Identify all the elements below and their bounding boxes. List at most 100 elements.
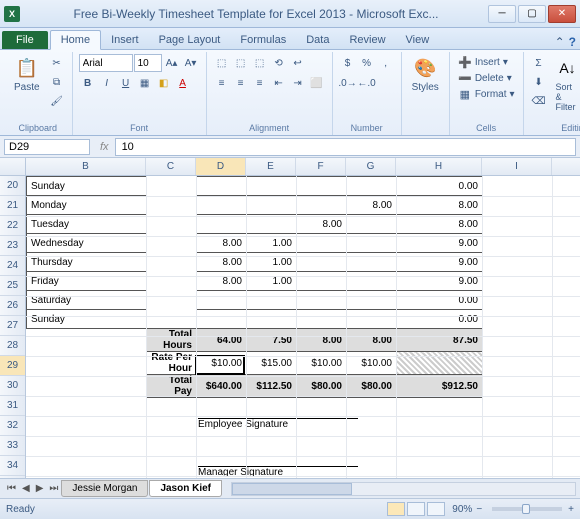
col-header-G[interactable]: G (346, 158, 396, 175)
col-header-C[interactable]: C (146, 158, 196, 175)
zoom-slider[interactable] (492, 507, 562, 511)
row-header-29[interactable]: 29 (0, 356, 25, 376)
underline-button[interactable]: U (117, 74, 135, 92)
cells-area[interactable]: Sunday0.00Monday8.008.00Tuesday8.008.00W… (26, 176, 580, 478)
orientation-button[interactable]: ⟲ (270, 54, 288, 72)
font-size-select[interactable] (134, 54, 162, 72)
number-group-label: Number (339, 121, 395, 133)
tab-nav-last[interactable]: ⏭ (46, 483, 61, 494)
horizontal-scrollbar[interactable] (231, 482, 576, 496)
formula-bar[interactable] (115, 138, 576, 156)
shrink-font-button[interactable]: A▾ (182, 54, 200, 72)
row-header-27[interactable]: 27 (0, 316, 25, 336)
col-header-I[interactable]: I (482, 158, 552, 175)
col-header-F[interactable]: F (296, 158, 346, 175)
tab-review[interactable]: Review (339, 31, 395, 49)
copy-button[interactable]: ⧉ (48, 73, 66, 91)
grow-font-button[interactable]: A▴ (163, 54, 181, 72)
file-tab[interactable]: File (2, 31, 48, 49)
wrap-text-button[interactable]: ↩ (289, 54, 307, 72)
col-header-H[interactable]: H (396, 158, 482, 175)
col-header-E[interactable]: E (246, 158, 296, 175)
tab-home[interactable]: Home (50, 30, 101, 50)
page-layout-view-button[interactable] (407, 502, 425, 516)
sheet-tab-2[interactable]: Jason Kief (149, 480, 222, 497)
maximize-button[interactable]: ▢ (518, 5, 546, 23)
tab-insert[interactable]: Insert (101, 31, 149, 49)
alignment-group-label: Alignment (213, 121, 326, 133)
font-color-button[interactable]: A (174, 74, 192, 92)
close-button[interactable]: ✕ (548, 5, 576, 23)
excel-icon: X (4, 6, 20, 22)
tab-nav-next[interactable]: ▶ (33, 483, 47, 494)
zoom-in-button[interactable]: + (568, 504, 574, 515)
comma-format-button[interactable]: , (377, 54, 395, 72)
align-right-button[interactable]: ≡ (251, 74, 269, 92)
page-break-view-button[interactable] (427, 502, 445, 516)
row-header-20[interactable]: 20 (0, 176, 25, 196)
merge-button[interactable]: ⬜ (308, 74, 326, 92)
row-header-34[interactable]: 34 (0, 456, 25, 476)
tab-nav-first[interactable]: ⏮ (4, 483, 19, 494)
format-painter-button[interactable]: 🖌 (48, 92, 66, 110)
cut-button[interactable]: ✂ (48, 54, 66, 72)
sheet-tab-1[interactable]: Jessie Morgan (61, 480, 148, 497)
minimize-button[interactable]: ─ (488, 5, 516, 23)
fill-button[interactable]: ⬇ (530, 73, 548, 91)
select-all-button[interactable] (0, 158, 26, 175)
status-ready: Ready (6, 504, 35, 515)
align-bottom-button[interactable]: ⬚ (251, 54, 269, 72)
row-header-25[interactable]: 25 (0, 276, 25, 296)
row-header-32[interactable]: 32 (0, 416, 25, 436)
italic-button[interactable]: I (98, 74, 116, 92)
zoom-out-button[interactable]: − (476, 504, 482, 515)
sort-filter-button[interactable]: A↓ Sort & Filter (552, 54, 580, 114)
tab-formulas[interactable]: Formulas (230, 31, 296, 49)
fill-color-button[interactable]: ◧ (155, 74, 173, 92)
fx-icon[interactable]: fx (94, 141, 115, 153)
row-header-35[interactable]: 35 (0, 476, 25, 478)
align-left-button[interactable]: ≡ (213, 74, 231, 92)
col-header-B[interactable]: B (26, 158, 146, 175)
clear-button[interactable]: ⌫ (530, 92, 548, 110)
insert-cells-button[interactable]: ➕Insert ▾ (456, 54, 510, 70)
increase-indent-button[interactable]: ⇥ (289, 74, 307, 92)
align-top-button[interactable]: ⬚ (213, 54, 231, 72)
tab-view[interactable]: View (396, 31, 440, 49)
autosum-button[interactable]: Σ (530, 54, 548, 72)
minimize-ribbon-icon[interactable]: ⌃ (555, 35, 565, 49)
tab-data[interactable]: Data (296, 31, 339, 49)
row-header-21[interactable]: 21 (0, 196, 25, 216)
row-header-28[interactable]: 28 (0, 336, 25, 356)
help-icon[interactable]: ? (569, 35, 576, 49)
row-header-30[interactable]: 30 (0, 376, 25, 396)
row-header-26[interactable]: 26 (0, 296, 25, 316)
paste-button[interactable]: 📋 Paste (10, 54, 44, 95)
col-header-D[interactable]: D (196, 158, 246, 175)
format-cells-button[interactable]: ▦Format ▾ (456, 86, 517, 102)
align-middle-button[interactable]: ⬚ (232, 54, 250, 72)
row-header-23[interactable]: 23 (0, 236, 25, 256)
clipboard-icon: 📋 (15, 56, 39, 80)
row-header-22[interactable]: 22 (0, 216, 25, 236)
percent-format-button[interactable]: % (358, 54, 376, 72)
tab-nav-prev[interactable]: ◀ (19, 483, 33, 494)
decrease-indent-button[interactable]: ⇤ (270, 74, 288, 92)
border-button[interactable]: ▦ (136, 74, 154, 92)
bold-button[interactable]: B (79, 74, 97, 92)
row-header-24[interactable]: 24 (0, 256, 25, 276)
styles-button[interactable]: 🎨 Styles (408, 54, 443, 95)
row-header-31[interactable]: 31 (0, 396, 25, 416)
name-box[interactable] (4, 139, 90, 155)
worksheet[interactable]: BCDEFGHI 2021222324252627282930313233343… (0, 158, 580, 478)
status-bar: Ready 90% − + (0, 498, 580, 519)
delete-cells-button[interactable]: ➖Delete ▾ (456, 70, 514, 86)
align-center-button[interactable]: ≡ (232, 74, 250, 92)
normal-view-button[interactable] (387, 502, 405, 516)
font-name-select[interactable] (79, 54, 133, 72)
increase-decimal-button[interactable]: .0→ (339, 74, 357, 92)
tab-page-layout[interactable]: Page Layout (149, 31, 231, 49)
row-header-33[interactable]: 33 (0, 436, 25, 456)
accounting-format-button[interactable]: $ (339, 54, 357, 72)
decrease-decimal-button[interactable]: ←.0 (358, 74, 376, 92)
